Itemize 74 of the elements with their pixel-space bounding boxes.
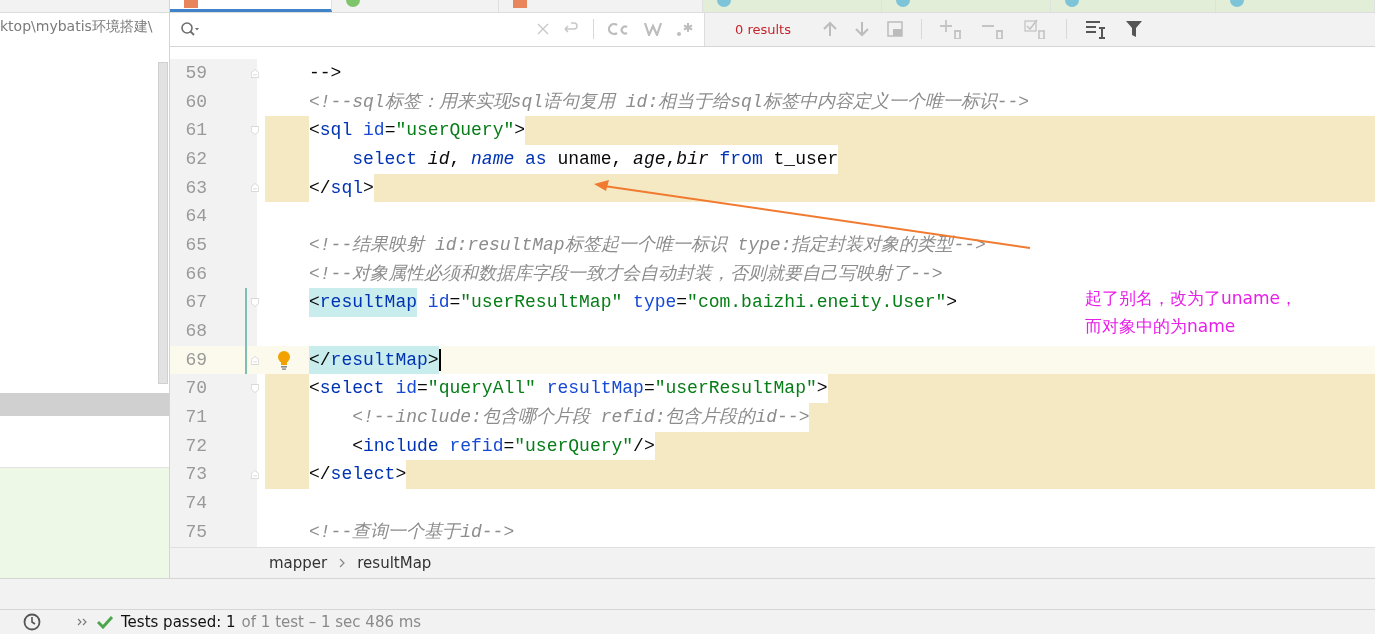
unfold-icon[interactable] [251, 66, 259, 80]
close-icon[interactable] [537, 23, 549, 36]
fold-icon[interactable] [251, 124, 259, 138]
code-line: </select> [309, 463, 407, 487]
code-line: --> [309, 61, 342, 85]
line-number: 63 [170, 173, 257, 203]
line-number: 68 [170, 317, 257, 346]
chevron-icon [339, 558, 346, 569]
highlight-band [265, 460, 309, 490]
search-results-count: 0 results [735, 21, 791, 37]
unfold-icon[interactable] [251, 181, 259, 195]
words-icon[interactable] [644, 22, 662, 37]
line-number: 73 [170, 460, 257, 490]
fold-icon[interactable] [251, 382, 259, 396]
history-icon[interactable] [23, 613, 41, 631]
code-line: </resultMap> [309, 345, 441, 375]
select-occurrences-icon[interactable] [1023, 19, 1048, 40]
code-line: <!--对象属性必须和数据库字段一致才会自动封装，否则就要自己写映射了--> [309, 262, 943, 286]
line-number: 74 [170, 489, 257, 518]
test-status: Tests passed: 1 [121, 613, 236, 631]
file-icon [512, 0, 527, 8]
expand-icon[interactable] [77, 617, 89, 627]
editor-tab[interactable] [882, 0, 1052, 12]
search-icon [180, 21, 200, 38]
filter-icon[interactable] [1124, 20, 1143, 39]
annotation-text: 而对象中的为name [1085, 315, 1237, 338]
breadcrumb-item[interactable]: resultMap [357, 554, 432, 573]
editor-tab[interactable] [170, 0, 333, 12]
breadcrumb-item[interactable]: mapper [269, 554, 328, 573]
file-icon [184, 0, 198, 8]
highlight-band [265, 173, 309, 203]
line-number: 75 [170, 517, 257, 547]
line-number: 62 [170, 144, 257, 174]
down-arrow-icon[interactable] [854, 21, 869, 38]
check-icon [97, 615, 113, 629]
code-line: <sql id="userQuery"> [309, 119, 526, 143]
editor-tab[interactable] [1051, 0, 1216, 12]
line-number: 67 [170, 288, 257, 318]
highlight-band [265, 374, 309, 404]
code-line: <!--sql标签：用来实现sql语句复用 id:相当于给sql标签中内容定义一个唯一标识--> [309, 90, 1030, 114]
filter-lines-icon[interactable] [1084, 19, 1107, 40]
code-line: <!--查询一个基于id--> [309, 520, 515, 544]
add-occurrence-icon[interactable] [939, 19, 964, 40]
select-all-icon[interactable] [886, 21, 903, 38]
line-number: 64 [170, 202, 257, 231]
match-case-icon[interactable] [608, 22, 630, 37]
code-line: </sql> [309, 176, 374, 200]
annotation-text: 起了别名，改为了uname， [1085, 287, 1297, 310]
fold-icon[interactable] [251, 296, 259, 310]
code-line: <resultMap id="userResultMap" type="com.baizhi.eneity.User"> [309, 288, 958, 318]
selected-tree-row[interactable] [0, 393, 169, 416]
line-number: 71 [170, 403, 257, 432]
line-number: 70 [170, 374, 257, 404]
line-number: 60 [170, 87, 257, 117]
line-number: 66 [170, 259, 257, 289]
project-path: ktop\mybatis环境搭建\ [0, 17, 154, 36]
unfold-icon[interactable] [251, 468, 259, 482]
line-number: 59 [170, 58, 257, 88]
editor-tab[interactable] [702, 0, 883, 12]
code-line: <include refid="userQuery"/> [351, 434, 655, 458]
test-details: of 1 test – 1 sec 486 ms [241, 613, 422, 631]
code-line: select id, name as uname, age,bir from t_user [351, 147, 839, 171]
editor-tab[interactable] [1215, 0, 1375, 12]
line-number: 65 [170, 230, 257, 260]
line-number: 61 [170, 116, 257, 145]
unfold-icon[interactable] [251, 353, 259, 367]
up-arrow-icon[interactable] [822, 21, 837, 38]
regex-icon[interactable] [676, 21, 694, 38]
code-line: <!--include:包含哪个片段 refid:包含片段的id--> [351, 406, 810, 430]
lightbulb-icon[interactable] [277, 350, 291, 371]
highlight-band [265, 116, 309, 145]
scrollbar[interactable] [158, 62, 168, 384]
line-number: 72 [170, 431, 257, 461]
code-line: <select id="queryAll" resultMap="userResultMap"> [309, 377, 828, 401]
